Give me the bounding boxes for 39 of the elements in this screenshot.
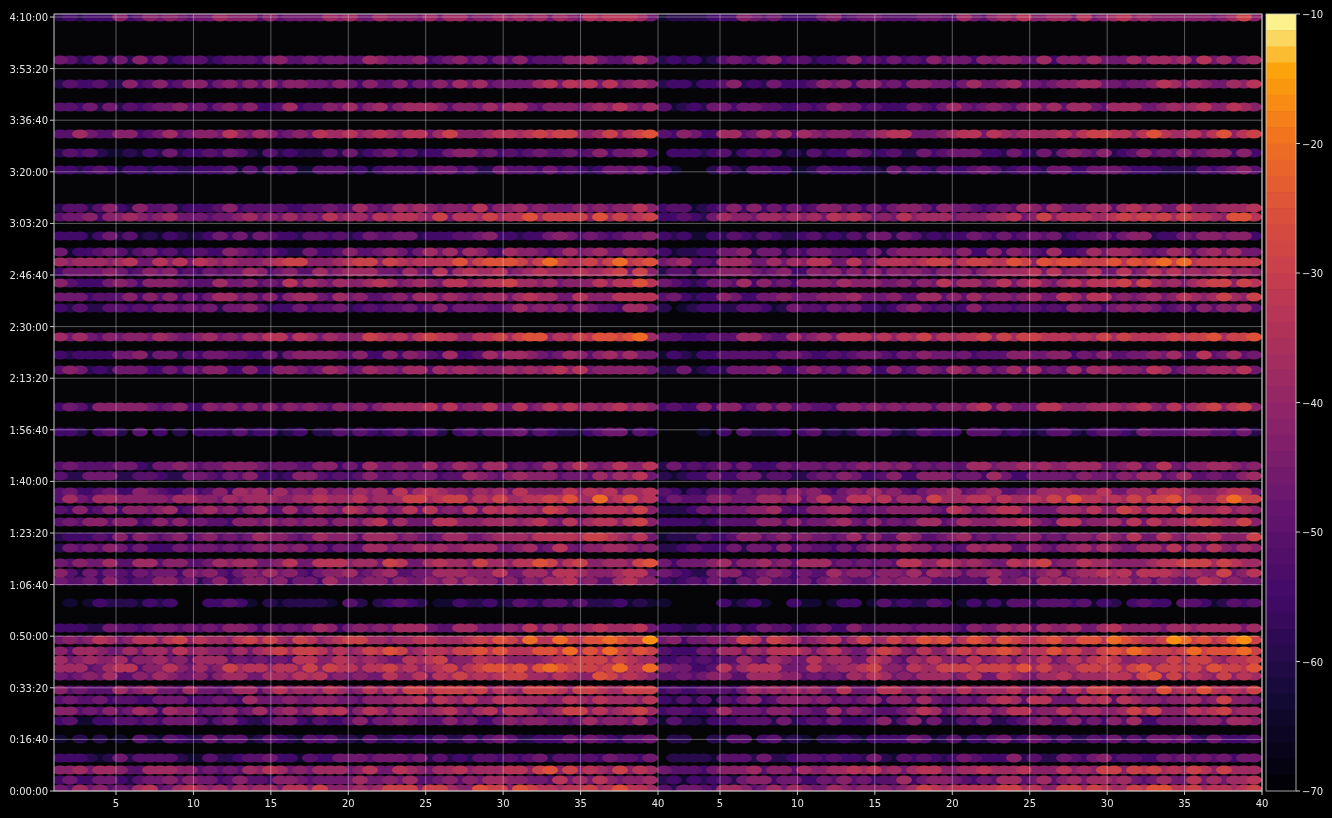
x-tick-label: 25	[1023, 798, 1037, 809]
x-tick-label: 40	[1255, 798, 1269, 809]
colorbar-tick-label: −70	[1302, 786, 1324, 797]
y-tick-label: 0:33:20	[9, 682, 48, 694]
y-tick-label: 1:40:00	[9, 476, 48, 488]
x-tick-label: 5	[716, 798, 724, 809]
y-tick-label: 3:36:40	[9, 115, 48, 127]
y-tick-label: 0:16:40	[9, 734, 48, 746]
y-tick-label: 2:30:00	[9, 321, 48, 333]
y-tick-label: 2:46:40	[9, 270, 48, 281]
x-tick-label: 30	[1100, 798, 1114, 809]
x-tick-label: 20	[945, 798, 959, 809]
y-tick-label: 0:00:00	[9, 786, 48, 797]
y-tick-label: 3:53:20	[9, 63, 48, 75]
x-tick-label: 35	[574, 798, 587, 809]
y-tick-label: 3:20:00	[9, 166, 48, 178]
x-tick-label: 15	[868, 798, 882, 809]
y-tick-label: 1:06:40	[9, 579, 48, 591]
x-tick-label: 20	[341, 798, 355, 809]
y-tick-label: 2:13:20	[9, 373, 48, 385]
y-tick-label: 1:56:40	[9, 424, 48, 436]
colorbar-tick-label: −40	[1302, 397, 1324, 409]
x-tick-label: 5	[112, 798, 120, 809]
x-tick-label: 35	[1178, 798, 1191, 809]
y-tick-label: 0:50:00	[9, 631, 48, 643]
colorbar-tick-label: −30	[1302, 268, 1324, 279]
y-tick-label: 1:23:20	[9, 528, 48, 539]
x-tick-label: 40	[651, 798, 665, 809]
x-tick-label: 15	[264, 798, 278, 809]
colorbar-tick-label: −20	[1302, 138, 1324, 150]
colorbar-tick-label: −50	[1302, 527, 1324, 538]
x-tick-label: 25	[419, 798, 433, 809]
x-tick-label: 10	[791, 798, 804, 809]
y-tick-label: 3:03:20	[9, 218, 48, 230]
colorbar-tick-label: −10	[1302, 9, 1324, 20]
colorbar-tick-label: −60	[1302, 656, 1324, 668]
x-tick-label: 30	[496, 798, 510, 809]
y-tick-label: 4:10:00	[9, 12, 48, 23]
x-tick-label: 10	[187, 798, 200, 809]
